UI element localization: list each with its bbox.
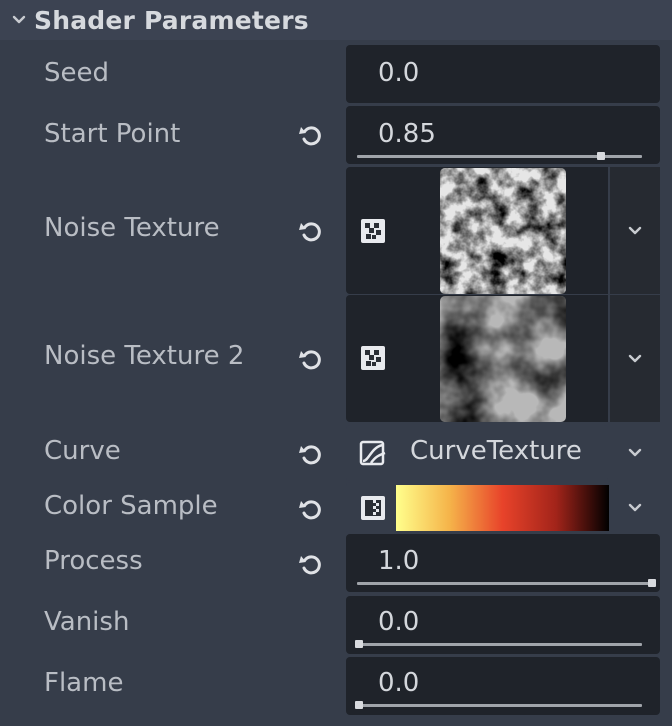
process-slider[interactable]: [357, 582, 650, 585]
process-value: 1.0: [378, 546, 420, 576]
chevron-down-icon: [628, 503, 642, 512]
noise-texture-preview[interactable]: [440, 168, 566, 294]
noise-texture-dropdown[interactable]: [610, 167, 660, 294]
flame-slider-grabber[interactable]: [355, 701, 363, 709]
noise-texture-2-preview[interactable]: [440, 296, 566, 422]
revert-icon[interactable]: [296, 494, 326, 524]
start-point-value: 0.85: [378, 119, 436, 149]
revert-icon[interactable]: [296, 120, 326, 150]
process-slider-grabber[interactable]: [648, 579, 656, 587]
start-point-slider-grabber[interactable]: [597, 152, 606, 160]
process-label: Process: [44, 546, 143, 576]
shader-parameters-header[interactable]: Shader Parameters: [0, 0, 672, 40]
inspector-panel: Shader Parameters Seed 0.0 Start Point 0…: [0, 0, 672, 726]
vanish-slider-grabber[interactable]: [355, 640, 363, 648]
chevron-down-icon: [12, 13, 26, 27]
flame-slider[interactable]: [357, 704, 642, 707]
noise-texture-2-label: Noise Texture 2: [44, 341, 245, 371]
chevron-down-icon: [628, 354, 642, 362]
vanish-slider[interactable]: [357, 643, 642, 646]
revert-icon[interactable]: [296, 216, 326, 246]
noise-texture-icon: [358, 343, 388, 373]
revert-icon[interactable]: [296, 344, 326, 374]
flame-label: Flame: [44, 668, 124, 698]
gradient-texture-icon: [358, 493, 388, 523]
section-title: Shader Parameters: [34, 5, 309, 35]
noise-texture-icon: [358, 216, 388, 246]
curve-dropdown[interactable]: [610, 425, 660, 481]
noise-texture-label: Noise Texture: [44, 213, 220, 243]
vanish-value: 0.0: [378, 607, 420, 637]
chevron-down-icon: [628, 448, 642, 457]
curve-label: Curve: [44, 436, 121, 466]
color-sample-dropdown[interactable]: [610, 482, 660, 534]
chevron-down-icon: [628, 226, 642, 234]
noise-texture-2-dropdown[interactable]: [610, 295, 660, 422]
revert-icon[interactable]: [296, 549, 326, 579]
flame-value: 0.0: [378, 668, 420, 698]
vanish-label: Vanish: [44, 607, 130, 637]
start-point-label: Start Point: [44, 119, 181, 149]
curve-resource-name: CurveTexture: [410, 436, 582, 466]
curve-texture-icon: [358, 438, 388, 468]
seed-label: Seed: [44, 58, 109, 88]
color-sample-gradient-preview[interactable]: [396, 485, 609, 531]
revert-icon[interactable]: [296, 439, 326, 469]
color-sample-label: Color Sample: [44, 491, 218, 521]
seed-value: 0.0: [378, 58, 420, 88]
